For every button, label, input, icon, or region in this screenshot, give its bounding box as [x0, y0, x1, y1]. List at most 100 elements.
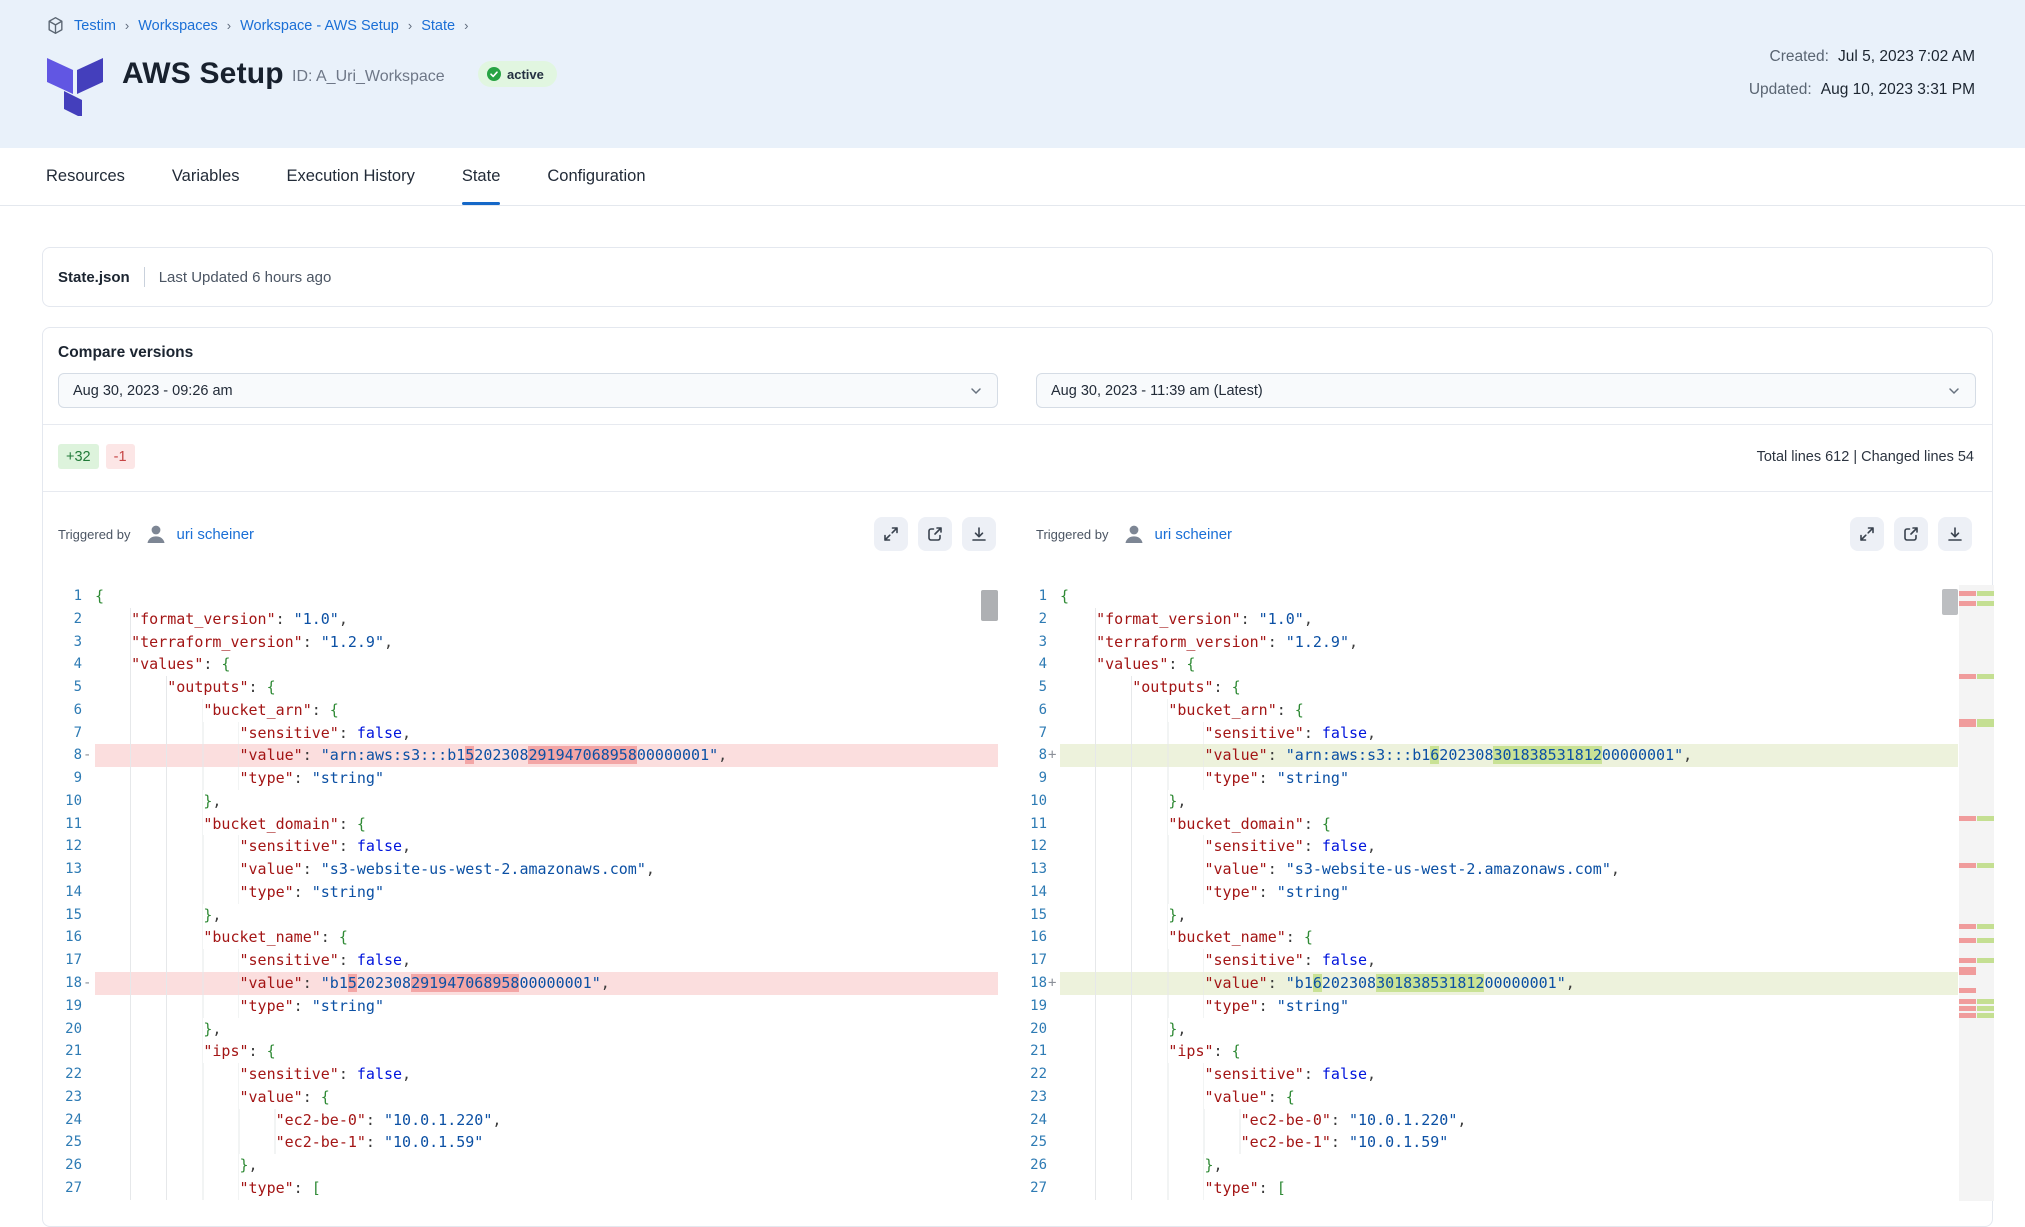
code-text: "type": "string"	[1060, 881, 1958, 904]
expand-button[interactable]	[1850, 517, 1884, 551]
code-text: "value": "b1620230830183853181200000001"…	[1060, 972, 1958, 995]
expand-button[interactable]	[874, 517, 908, 551]
code-line: 9"type": "string"	[58, 767, 998, 790]
code-line: 13"value": "s3-website-us-west-2.amazona…	[58, 858, 998, 881]
line-number: 20	[1023, 1018, 1047, 1041]
code-text: "type": "string"	[1060, 767, 1958, 790]
version-select-left[interactable]: Aug 30, 2023 - 09:26 am	[58, 373, 998, 408]
diff-sign	[82, 1177, 95, 1200]
triggered-by-user-link[interactable]: uri scheiner	[177, 526, 255, 543]
diff-sign	[1047, 1040, 1060, 1063]
tab-state[interactable]: State	[462, 148, 501, 205]
workspace-tabs: Resources Variables Execution History St…	[0, 148, 2025, 206]
line-number: 4	[58, 653, 82, 676]
breadcrumb-link-state[interactable]: State	[421, 18, 455, 34]
diff-sign	[1047, 585, 1060, 608]
ruler-deletion-mark	[1959, 591, 1976, 596]
chevron-down-icon	[969, 384, 983, 398]
open-in-new-tab-button[interactable]	[1894, 517, 1928, 551]
ruler-addition-mark	[1977, 924, 1994, 929]
diff-panel-old: 1{2"format_version": "1.0",3"terraform_v…	[58, 585, 998, 1201]
line-number: 26	[1023, 1154, 1047, 1177]
breadcrumb: Testim › Workspaces › Workspace - AWS Se…	[46, 16, 468, 35]
breadcrumb-link-workspaces[interactable]: Workspaces	[138, 18, 218, 34]
version-select-right[interactable]: Aug 30, 2023 - 11:39 am (Latest)	[1036, 373, 1976, 408]
ruler-addition-mark	[1977, 938, 1994, 943]
code-text: "outputs": {	[95, 676, 998, 699]
tab-execution-history[interactable]: Execution History	[286, 148, 414, 205]
triggered-by-label: Triggered by	[1036, 527, 1109, 542]
diff-sign	[82, 835, 95, 858]
code-line: 9"type": "string"	[1023, 767, 1994, 790]
download-button[interactable]	[962, 517, 996, 551]
ruler-addition-mark	[1977, 674, 1994, 679]
line-number: 26	[58, 1154, 82, 1177]
line-number: 6	[58, 699, 82, 722]
breadcrumb-link-workspace-aws-setup[interactable]: Workspace - AWS Setup	[240, 18, 399, 34]
code-line: 2"format_version": "1.0",	[58, 608, 998, 631]
line-number: 1	[1023, 585, 1047, 608]
line-number: 23	[1023, 1086, 1047, 1109]
ruler-addition-mark	[1977, 1013, 1994, 1018]
diff-sign: +	[1047, 972, 1060, 995]
line-number: 12	[1023, 835, 1047, 858]
line-number: 10	[1023, 790, 1047, 813]
divider	[43, 424, 1992, 425]
scrollbar-thumb[interactable]	[1942, 589, 1958, 615]
diff-sign	[82, 904, 95, 927]
diff-sign	[82, 1154, 95, 1177]
diff-sign	[1047, 699, 1060, 722]
code-line: 6"bucket_arn": {	[1023, 699, 1994, 722]
state-file-name: State.json	[58, 269, 130, 286]
version-select-right-value: Aug 30, 2023 - 11:39 am (Latest)	[1051, 383, 1263, 399]
ruler-deletion-mark	[1959, 1013, 1976, 1018]
code-text: "bucket_name": {	[95, 926, 998, 949]
code-line: 13"value": "s3-website-us-west-2.amazona…	[1023, 858, 1994, 881]
line-number: 9	[58, 767, 82, 790]
diff-sign	[82, 881, 95, 904]
triggered-by-user-link[interactable]: uri scheiner	[1155, 526, 1233, 543]
line-number: 24	[1023, 1109, 1047, 1132]
deletions-badge: -1	[106, 444, 135, 469]
diff-sign	[82, 949, 95, 972]
line-number: 14	[58, 881, 82, 904]
diff-sign	[82, 722, 95, 745]
tab-variables[interactable]: Variables	[172, 148, 240, 205]
download-button[interactable]	[1938, 517, 1972, 551]
line-number: 10	[58, 790, 82, 813]
tab-resources[interactable]: Resources	[46, 148, 125, 205]
code-text: "bucket_domain": {	[1060, 813, 1958, 836]
status-label: active	[507, 67, 544, 82]
code-line: 12"sensitive": false,	[1023, 835, 1994, 858]
breadcrumb-link-testim[interactable]: Testim	[74, 18, 116, 34]
diff-sign	[82, 767, 95, 790]
workspace-dates: Created: Jul 5, 2023 7:02 AM Updated: Au…	[1749, 40, 1975, 106]
code-text: "sensitive": false,	[95, 949, 998, 972]
tab-configuration[interactable]: Configuration	[547, 148, 645, 205]
code-text: "ec2-be-1": "10.0.1.59"	[1060, 1131, 1958, 1154]
code-text: "terraform_version": "1.2.9",	[95, 631, 998, 654]
updated-label: Updated:	[1749, 81, 1812, 99]
code-text: "ec2-be-0": "10.0.1.220",	[1060, 1109, 1958, 1132]
diff-sign	[1047, 1086, 1060, 1109]
code-line: 17"sensitive": false,	[58, 949, 998, 972]
code-line: 7"sensitive": false,	[58, 722, 998, 745]
code-line: 11"bucket_domain": {	[58, 813, 998, 836]
diff-overview-ruler[interactable]	[1959, 585, 1994, 1201]
code-line: 20},	[1023, 1018, 1994, 1041]
code-text: "bucket_domain": {	[95, 813, 998, 836]
line-number: 5	[1023, 676, 1047, 699]
code-line: 12"sensitive": false,	[58, 835, 998, 858]
code-text: "outputs": {	[1060, 676, 1958, 699]
code-line: 23"value": {	[1023, 1086, 1994, 1109]
scrollbar-thumb[interactable]	[981, 590, 998, 621]
code-text: "values": {	[95, 653, 998, 676]
diff-sign	[82, 858, 95, 881]
diff-sign	[82, 1018, 95, 1041]
diff-sign	[82, 699, 95, 722]
ruler-deletion-mark	[1959, 1006, 1976, 1011]
divider	[144, 267, 145, 287]
open-in-new-tab-button[interactable]	[918, 517, 952, 551]
package-icon	[46, 16, 65, 35]
code-line: 7"sensitive": false,	[1023, 722, 1994, 745]
